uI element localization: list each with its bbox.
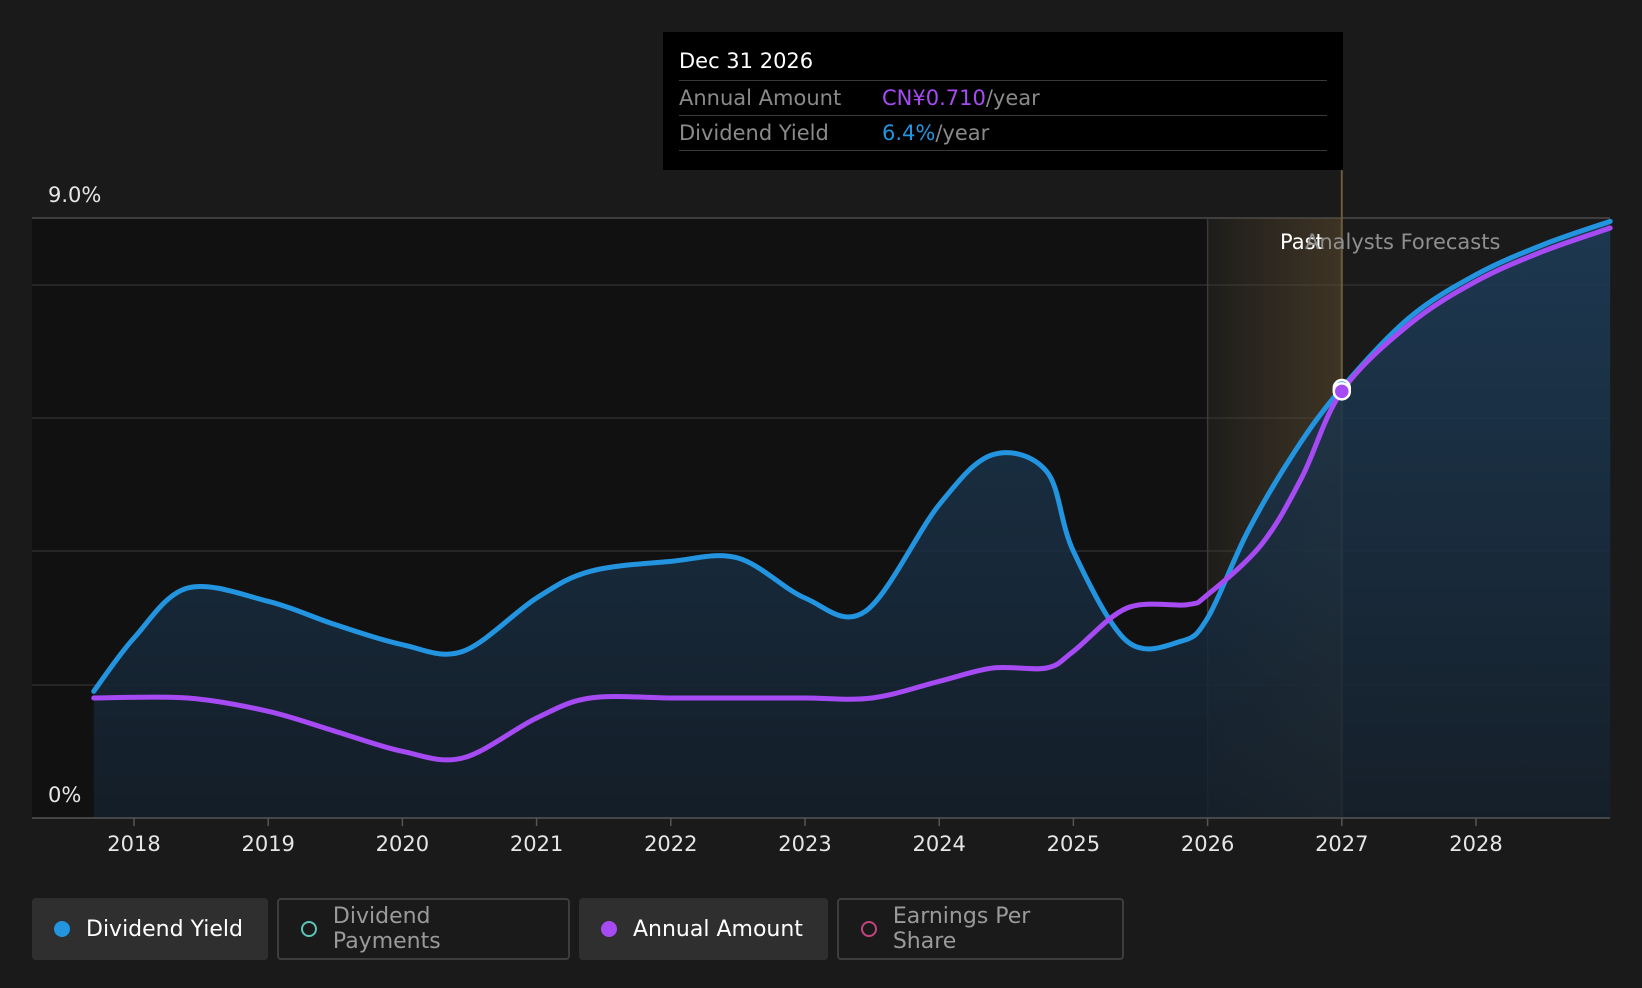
forecast-region-label: Analysts Forecasts [1305, 230, 1500, 254]
legend-annual-amount-dot-icon [601, 921, 617, 937]
legend-dividend-payments-ring-icon [301, 921, 317, 937]
chart-legend: Dividend Yield Dividend Payments Annual … [32, 898, 1124, 960]
tooltip-dividend-yield-unit: /year [935, 121, 990, 145]
tooltip-date: Dec 31 2026 [679, 46, 1327, 81]
legend-dividend-yield-dot-icon [54, 921, 70, 937]
tooltip-annual-amount-value: CN¥0.710 [882, 86, 986, 110]
x-tick-label-2022: 2022 [644, 832, 697, 856]
x-tick-label-2024: 2024 [912, 832, 965, 856]
legend-dividend-yield-label: Dividend Yield [86, 916, 243, 942]
tooltip-dividend-yield-row: Dividend Yield 6.4% /year [679, 116, 1327, 151]
y-axis-max-label: 9.0% [48, 183, 101, 207]
legend-annual-amount[interactable]: Annual Amount [579, 898, 828, 960]
annual-amount-highlight-marker [1332, 382, 1352, 401]
x-tick-label-2026: 2026 [1181, 832, 1234, 856]
legend-dividend-yield[interactable]: Dividend Yield [32, 898, 268, 960]
tooltip-annual-amount-row: Annual Amount CN¥0.710 /year [679, 81, 1327, 116]
x-tick-label-2018: 2018 [107, 832, 160, 856]
tooltip-dividend-yield-value: 6.4% [882, 121, 936, 145]
legend-earnings-per-share-ring-icon [861, 921, 877, 937]
tooltip-dividend-yield-label: Dividend Yield [679, 121, 829, 145]
x-tick-label-2027: 2027 [1315, 832, 1368, 856]
legend-earnings-per-share-label: Earnings Per Share [892, 904, 1031, 954]
x-tick-label-2028: 2028 [1449, 832, 1502, 856]
x-tick-label-2019: 2019 [241, 832, 294, 856]
legend-dividend-payments[interactable]: Dividend Payments [277, 898, 570, 960]
x-tick-label-2025: 2025 [1047, 832, 1100, 856]
x-tick-label-2020: 2020 [376, 832, 429, 856]
legend-annual-amount-label: Annual Amount [633, 916, 803, 942]
y-axis-min-label: 0% [48, 783, 81, 807]
x-tick-label-2021: 2021 [510, 832, 563, 856]
tooltip-annual-amount-label: Annual Amount [679, 86, 842, 110]
tooltip-annual-amount-unit: /year [985, 86, 1040, 110]
chart-tooltip: Dec 31 2026 Annual Amount CN¥0.710 /year… [663, 32, 1343, 170]
x-tick-label-2023: 2023 [778, 832, 831, 856]
legend-dividend-payments-label: Dividend Payments [332, 904, 441, 954]
legend-earnings-per-share[interactable]: Earnings Per Share [837, 898, 1124, 960]
